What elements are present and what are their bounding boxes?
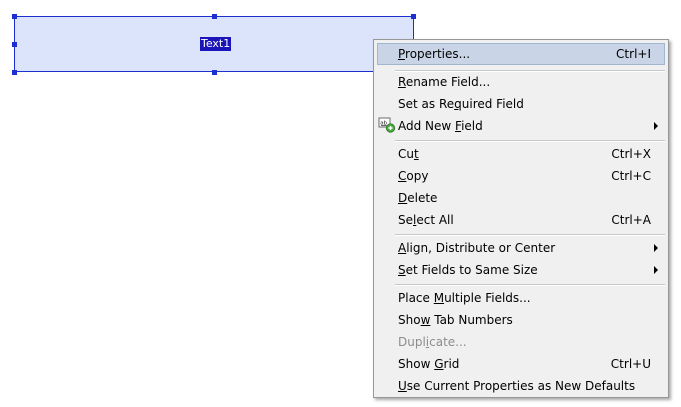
menu-item-delete[interactable]: Delete [377, 187, 665, 209]
submenu-arrow-icon [654, 266, 658, 274]
menu-item-copy[interactable]: Copy Ctrl+C [377, 165, 665, 187]
menu-item-label: Show Tab Numbers [398, 313, 513, 327]
menu-item-shortcut: Ctrl+I [616, 47, 651, 61]
menu-separator [395, 140, 665, 142]
canvas: Text1 Properties... Ctrl+I Rename Field.… [0, 0, 681, 407]
context-menu: Properties... Ctrl+I Rename Field... Set… [373, 39, 669, 398]
menu-item-cut[interactable]: Cut Ctrl+X [377, 143, 665, 165]
menu-item-shortcut: Ctrl+A [611, 213, 651, 227]
submenu-arrow-icon [654, 122, 658, 130]
menu-item-label: Set Fields to Same Size [398, 263, 538, 277]
menu-item-shortcut: Ctrl+C [611, 169, 651, 183]
menu-item-label: Set as Required Field [398, 97, 524, 111]
submenu-arrow-icon [654, 244, 658, 252]
menu-item-show-grid[interactable]: Show Grid Ctrl+U [377, 353, 665, 375]
menu-item-label: Add New Field [398, 119, 483, 133]
menu-item-label: Cut [398, 147, 419, 161]
menu-item-label: Align, Distribute or Center [398, 241, 556, 255]
resize-handle-bottom-center[interactable] [212, 70, 217, 75]
menu-separator [395, 234, 665, 236]
menu-item-select-all[interactable]: Select All Ctrl+A [377, 209, 665, 231]
menu-item-label: Select All [398, 213, 454, 227]
menu-item-shortcut: Ctrl+X [611, 147, 651, 161]
resize-handle-top-right[interactable] [411, 14, 416, 19]
menu-item-add-new-field[interactable]: ab Add New Field [377, 115, 665, 137]
menu-item-label: Use Current Properties as New Defaults [398, 379, 636, 393]
resize-handle-top-left[interactable] [12, 14, 17, 19]
menu-item-label: Duplicate... [398, 335, 467, 349]
menu-item-use-defaults[interactable]: Use Current Properties as New Defaults [377, 375, 665, 397]
menu-item-same-size[interactable]: Set Fields to Same Size [377, 259, 665, 281]
menu-item-rename-field[interactable]: Rename Field... [377, 71, 665, 93]
menu-separator [395, 284, 665, 286]
menu-item-label: Delete [398, 191, 438, 205]
menu-item-label: Copy [398, 169, 429, 183]
menu-item-label: Rename Field... [398, 75, 491, 89]
menu-item-label: Place Multiple Fields... [398, 291, 531, 305]
menu-item-set-required[interactable]: Set as Required Field [377, 93, 665, 115]
menu-item-show-tab-numbers[interactable]: Show Tab Numbers [377, 309, 665, 331]
resize-handle-bottom-left[interactable] [12, 70, 17, 75]
resize-handle-top-center[interactable] [212, 14, 217, 19]
field-name-label: Text1 [200, 37, 232, 51]
add-field-icon: ab [378, 117, 396, 133]
menu-item-place-multiple[interactable]: Place Multiple Fields... [377, 287, 665, 309]
menu-item-shortcut: Ctrl+U [610, 357, 651, 371]
menu-item-duplicate: Duplicate... [377, 331, 665, 353]
menu-item-properties[interactable]: Properties... Ctrl+I [377, 43, 665, 65]
menu-item-align-distribute[interactable]: Align, Distribute or Center [377, 237, 665, 259]
menu-item-label: Show Grid [398, 357, 460, 371]
resize-handle-middle-left[interactable] [12, 42, 17, 47]
menu-item-label: Properties... [398, 47, 471, 61]
